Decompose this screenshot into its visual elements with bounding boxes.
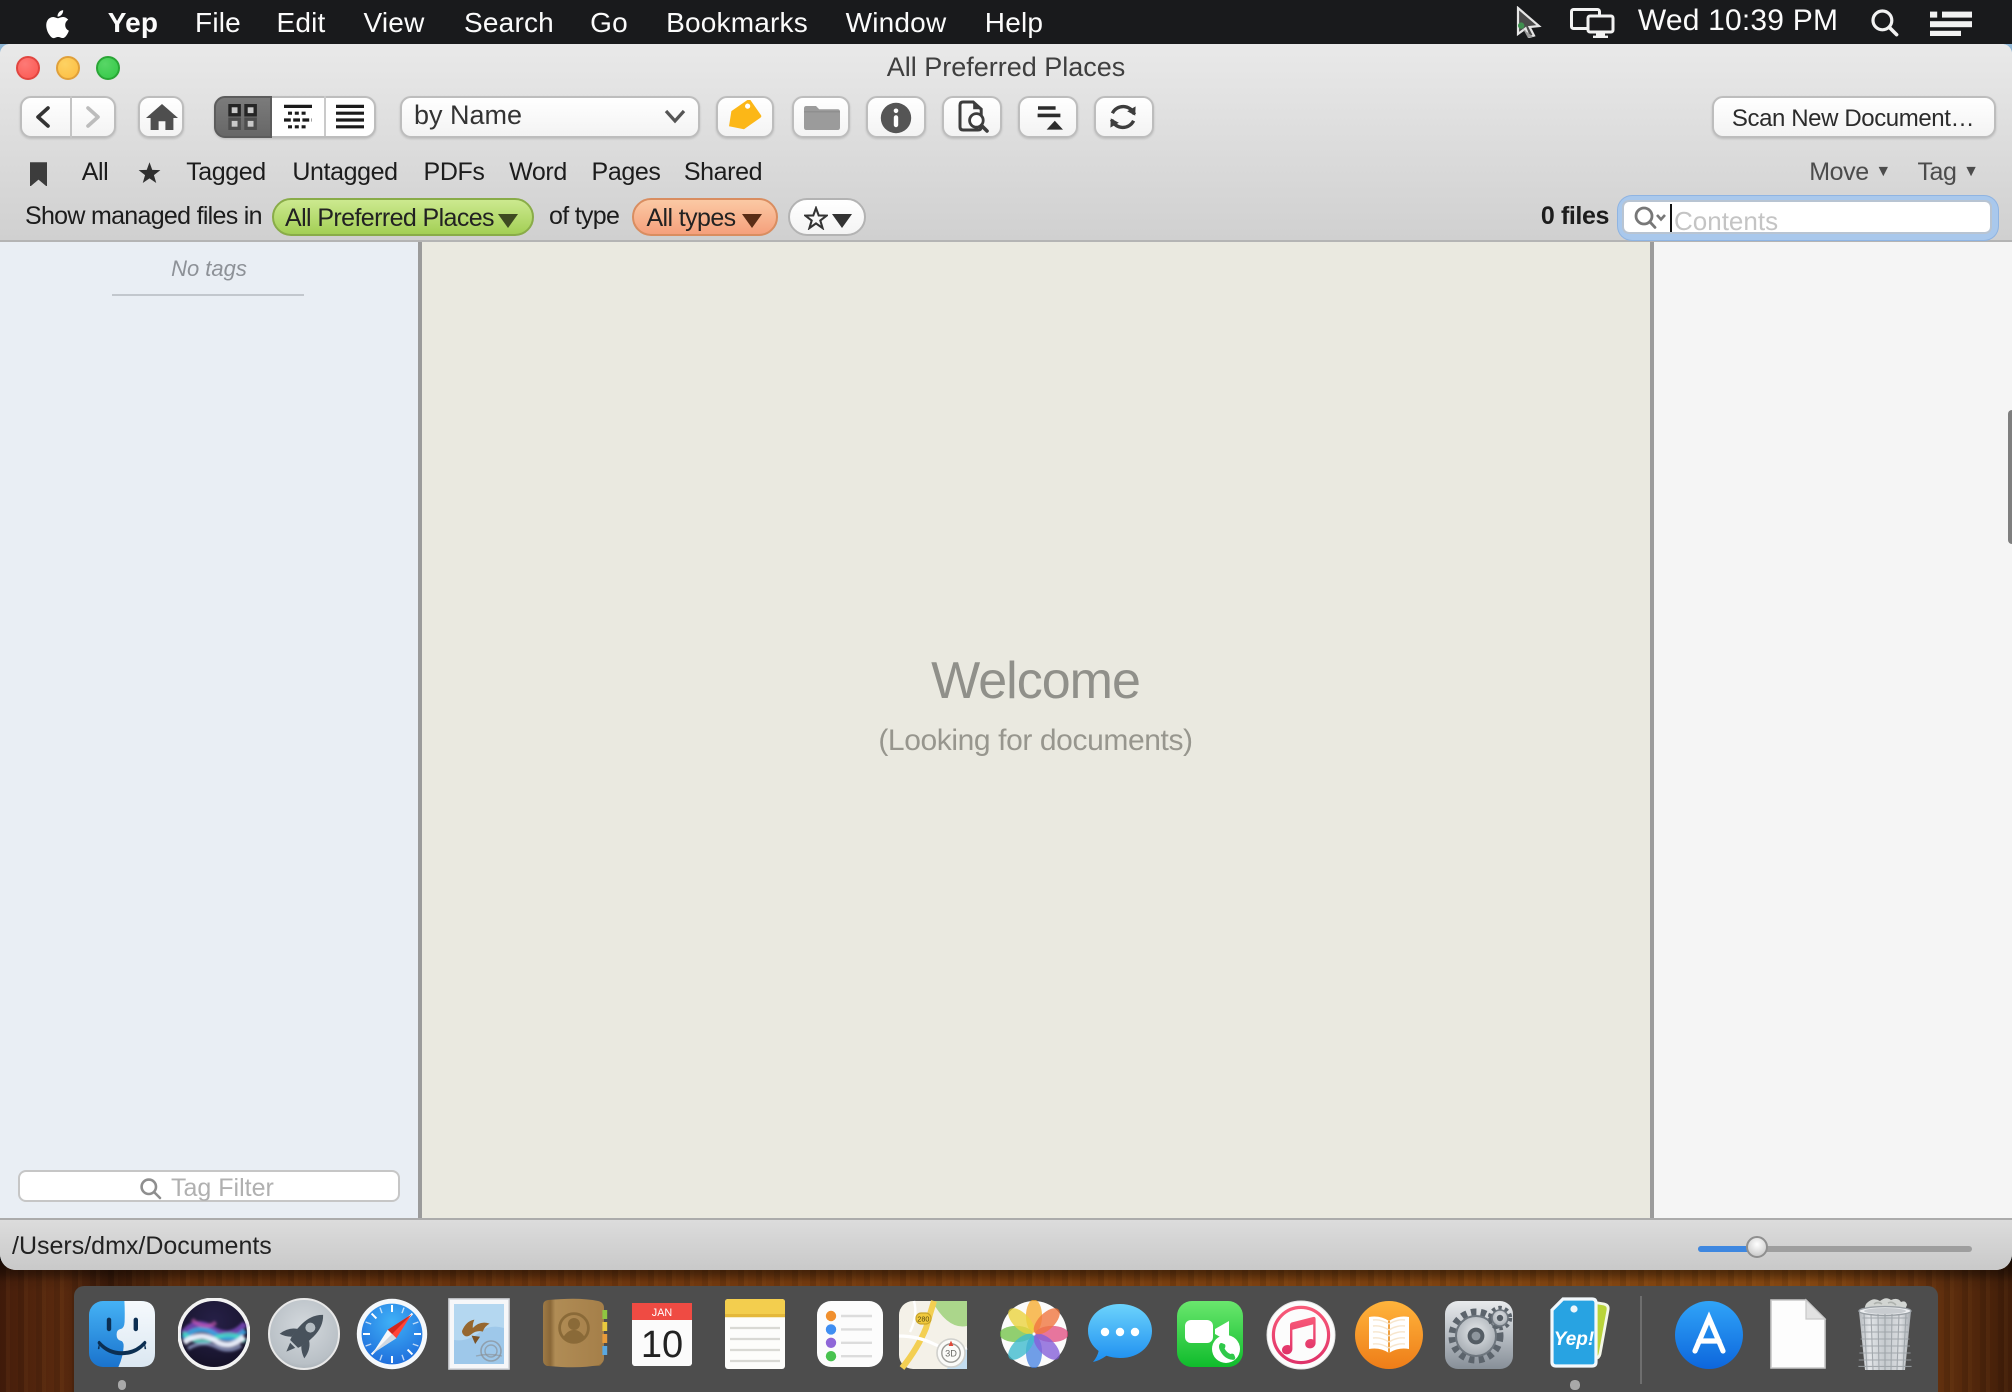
svg-text:280: 280 — [918, 1314, 930, 1323]
svg-text:10: 10 — [640, 1323, 682, 1365]
svg-text:Yep!: Yep! — [1555, 1329, 1595, 1350]
svg-text:JAN: JAN — [651, 1306, 671, 1318]
svg-text:3D: 3D — [946, 1348, 958, 1358]
